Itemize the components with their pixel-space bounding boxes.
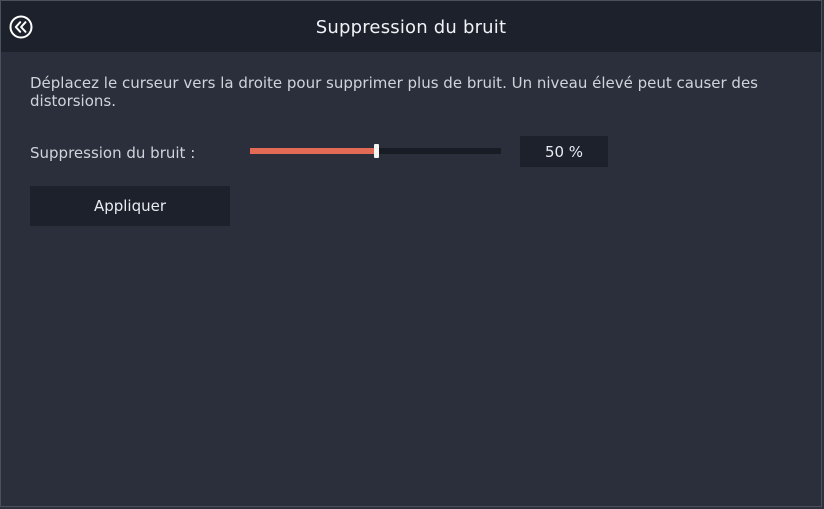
slider-fill: [250, 148, 376, 154]
panel-title: Suppression du bruit: [315, 17, 507, 38]
instructions-text: Déplacez le curseur vers la droite pour …: [30, 74, 758, 110]
noise-suppression-slider[interactable]: [250, 139, 501, 163]
panel-header: Suppression du bruit: [1, 1, 821, 52]
slider-thumb[interactable]: [373, 144, 379, 158]
noise-suppression-panel: Suppression du bruit Déplacez le curseur…: [0, 0, 822, 507]
apply-button[interactable]: Appliquer: [30, 186, 230, 226]
noise-suppression-value: 50 %: [520, 136, 608, 167]
noise-suppression-label: Suppression du bruit :: [30, 144, 196, 162]
